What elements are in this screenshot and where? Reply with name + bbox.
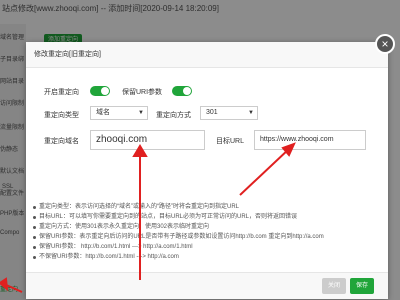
enable-redirect-toggle[interactable] [90,86,110,96]
note-item: 不保留URI参数：http://b.com/1.html ---> http:/… [30,252,380,262]
keep-uri-label: 保留URI参数 [122,89,163,96]
note-item: 保留URI参数：表示重定向后访问的URL是否带有子路径或参数如设置访问http:… [30,232,380,242]
redirect-type-value: 域名 [96,109,110,116]
keep-uri-toggle[interactable] [172,86,192,96]
save-button[interactable]: 保存 [350,278,374,294]
redirect-domain-label: 重定向域名 [44,138,79,145]
dialog-title: 修改重定向[旧重定向] [26,42,388,68]
close-icon[interactable]: × [375,34,395,54]
redirect-domain-input[interactable]: zhooqi.com [90,130,205,150]
note-item: 目标URL：可以填写你需要重定向到的站点，目标URL必须为可正常访问的URL，否… [30,212,380,222]
dialog-footer: 关闭 保存 [26,272,388,299]
chevron-down-icon: ▼ [248,110,254,116]
note-item: 重定向类型：表示访问选择的“域名”或输入的“路径”时将会重定向到指定URL [30,202,380,212]
note-item: 保留URI参数： http://b.com/1.html ---> http:/… [30,242,380,252]
target-url-input[interactable]: https://www.zhooqi.com [254,130,366,150]
redirect-mode-label: 重定向方式 [156,112,191,119]
target-url-label: 目标URL [216,138,245,145]
redirect-mode-value: 301 [206,109,218,116]
help-notes: 重定向类型：表示访问选择的“域名”或输入的“路径”时将会重定向到指定URL 目标… [30,202,380,262]
redirect-mode-select[interactable]: 301 ▼ [200,106,258,120]
redirect-type-select[interactable]: 域名 ▼ [90,106,148,120]
close-button[interactable]: 关闭 [322,278,346,294]
edit-redirect-dialog: 修改重定向[旧重定向] × 开启重定向 保留URI参数 重定向类型 域名 ▼ 重… [26,34,395,299]
redirect-type-label: 重定向类型 [44,112,79,119]
chevron-down-icon: ▼ [138,110,144,116]
enable-redirect-label: 开启重定向 [44,89,79,96]
note-item: 重定向方式：使用301表示永久重定向，使用302表示临时重定向 [30,222,380,232]
